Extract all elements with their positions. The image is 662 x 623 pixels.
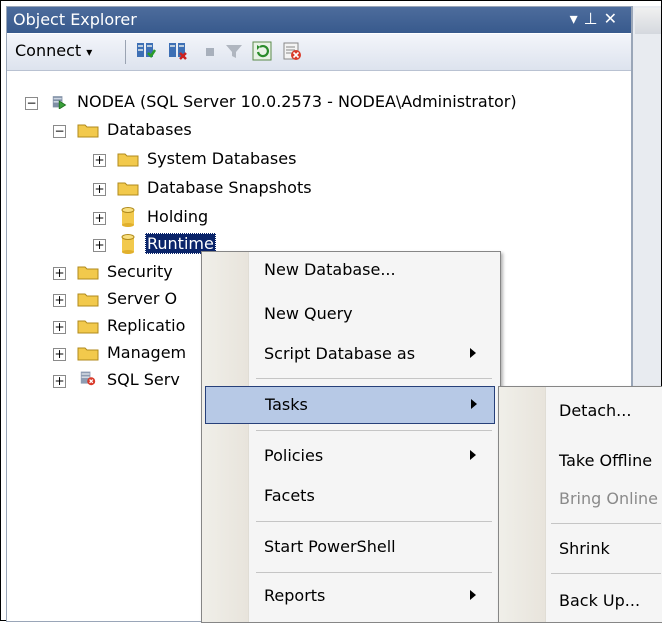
menu-item-label: New Query [264, 304, 353, 323]
menu-item-label: Tasks [265, 395, 308, 414]
submenu-arrow-icon [470, 348, 476, 358]
activity-monitor-icon[interactable] [281, 40, 303, 62]
submenu-item-label: Detach... [559, 401, 632, 420]
submenu-arrow-icon [470, 590, 476, 600]
folder-icon [77, 293, 99, 307]
databases-label: Databases [107, 120, 192, 139]
server-objects-label: Server O [107, 289, 178, 308]
menu-item-label: Policies [264, 446, 324, 465]
panel-controls[interactable]: ▾⊥✕ [570, 9, 623, 28]
close-icon[interactable]: ✕ [604, 9, 623, 28]
tree-node-security[interactable]: + Security [7, 261, 207, 285]
database-snapshots-label: Database Snapshots [147, 178, 312, 197]
tree-node-system-databases[interactable]: + System Databases [7, 148, 627, 172]
tree-node-database-snapshots[interactable]: + Database Snapshots [7, 177, 627, 201]
submenu-item-label: Take Offline [559, 451, 653, 470]
dropdown-icon[interactable]: ▾ [570, 9, 584, 28]
security-label: Security [107, 262, 173, 281]
system-databases-label: System Databases [147, 149, 297, 168]
refresh-icon[interactable] [251, 40, 273, 62]
menu-separator [256, 430, 492, 431]
tree-node-sql-server-agent[interactable]: + SQL Serv [7, 369, 207, 393]
folder-icon [77, 124, 99, 138]
server-label: NODEA (SQL Server 10.0.2573 - NODEA\Admi… [77, 92, 517, 111]
expand-toggle[interactable]: + [53, 294, 66, 307]
menu-separator [256, 572, 492, 573]
menu-item-start-powershell[interactable]: Start PowerShell [202, 529, 498, 565]
expand-toggle[interactable]: + [53, 348, 66, 361]
submenu-item-bring-online: Bring Online [499, 481, 662, 517]
database-icon [121, 234, 135, 254]
context-menu: New Database... New Query Script Databas… [201, 251, 501, 623]
menu-item-label: Facets [264, 486, 315, 505]
menu-separator [551, 573, 661, 574]
tree-node-server[interactable]: − NODEA (SQL Server 10.0.2573 - NODEA\Ad… [7, 91, 627, 115]
toolbar: Connect ▾ [7, 34, 631, 71]
server-icon [52, 96, 67, 109]
submenu-item-detach[interactable]: Detach... [499, 393, 662, 429]
connect-button[interactable]: Connect ▾ [15, 41, 92, 60]
menu-item-label: Reports [264, 586, 326, 605]
menu-item-tasks[interactable]: Tasks [205, 386, 495, 424]
submenu-arrow-icon [470, 450, 476, 460]
submenu-item-label: Bring Online [559, 489, 658, 508]
menu-item-script-database-as[interactable]: Script Database as [202, 336, 498, 372]
expand-toggle[interactable]: + [93, 212, 106, 225]
collapse-toggle[interactable]: − [53, 125, 66, 138]
menu-item-facets[interactable]: Facets [202, 478, 498, 514]
stop-icon[interactable] [199, 40, 221, 62]
tree-node-server-objects[interactable]: + Server O [7, 288, 207, 312]
menu-separator [256, 521, 492, 522]
menu-separator [256, 378, 492, 379]
folder-icon [77, 347, 99, 361]
tree-node-replication[interactable]: + Replicatio [7, 315, 207, 339]
submenu-arrow-icon [471, 399, 477, 409]
disconnect-icon[interactable] [167, 40, 189, 62]
toolbar-separator [125, 40, 126, 64]
submenu-item-take-offline[interactable]: Take Offline [499, 443, 662, 479]
folder-icon [117, 182, 139, 196]
submenu-item-label: Shrink [559, 539, 610, 558]
collapse-toggle[interactable]: − [25, 97, 38, 110]
menu-separator [551, 523, 661, 524]
connect-dropdown-icon: ▾ [86, 45, 93, 59]
tree-node-holding[interactable]: + Holding [7, 206, 627, 230]
submenu-item-back-up[interactable]: Back Up... [499, 583, 662, 619]
menu-item-reports[interactable]: Reports [202, 578, 498, 614]
menu-item-new-query[interactable]: New Query [202, 296, 498, 332]
folder-icon [77, 266, 99, 280]
submenu-item-shrink[interactable]: Shrink [499, 531, 662, 567]
pin-icon[interactable]: ⊥ [584, 9, 604, 28]
menu-item-new-database[interactable]: New Database... [202, 252, 498, 288]
menu-item-label: New Database... [264, 260, 396, 279]
expand-toggle[interactable]: + [53, 267, 66, 280]
register-servers-icon[interactable] [135, 40, 157, 62]
expand-toggle[interactable]: + [93, 154, 106, 167]
expand-toggle[interactable]: + [93, 183, 106, 196]
expand-toggle[interactable]: + [93, 239, 106, 252]
panel-title: Object Explorer [13, 10, 137, 29]
sql-server-agent-label: SQL Serv [107, 370, 180, 389]
sql-agent-icon [80, 371, 96, 386]
tasks-submenu: Detach... Take Offline Bring Online Shri… [498, 386, 662, 623]
filter-icon[interactable] [223, 40, 245, 62]
expand-toggle[interactable]: + [53, 375, 66, 388]
tree-node-management[interactable]: + Managem [7, 342, 207, 366]
holding-label: Holding [147, 207, 209, 226]
tree-node-databases[interactable]: − Databases [7, 119, 627, 143]
document-tab[interactable] [635, 8, 661, 34]
menu-item-label: Start PowerShell [264, 537, 396, 556]
menu-item-label: Script Database as [264, 344, 416, 363]
folder-icon [117, 153, 139, 167]
submenu-item-label: Back Up... [559, 591, 641, 610]
panel-titlebar: Object Explorer ▾⊥✕ [7, 7, 631, 33]
menu-item-policies[interactable]: Policies [202, 438, 498, 474]
expand-toggle[interactable]: + [53, 321, 66, 334]
folder-icon [77, 320, 99, 334]
database-icon [121, 207, 135, 227]
connect-label: Connect [15, 41, 82, 60]
management-label: Managem [107, 343, 187, 362]
replication-label: Replicatio [107, 316, 186, 335]
